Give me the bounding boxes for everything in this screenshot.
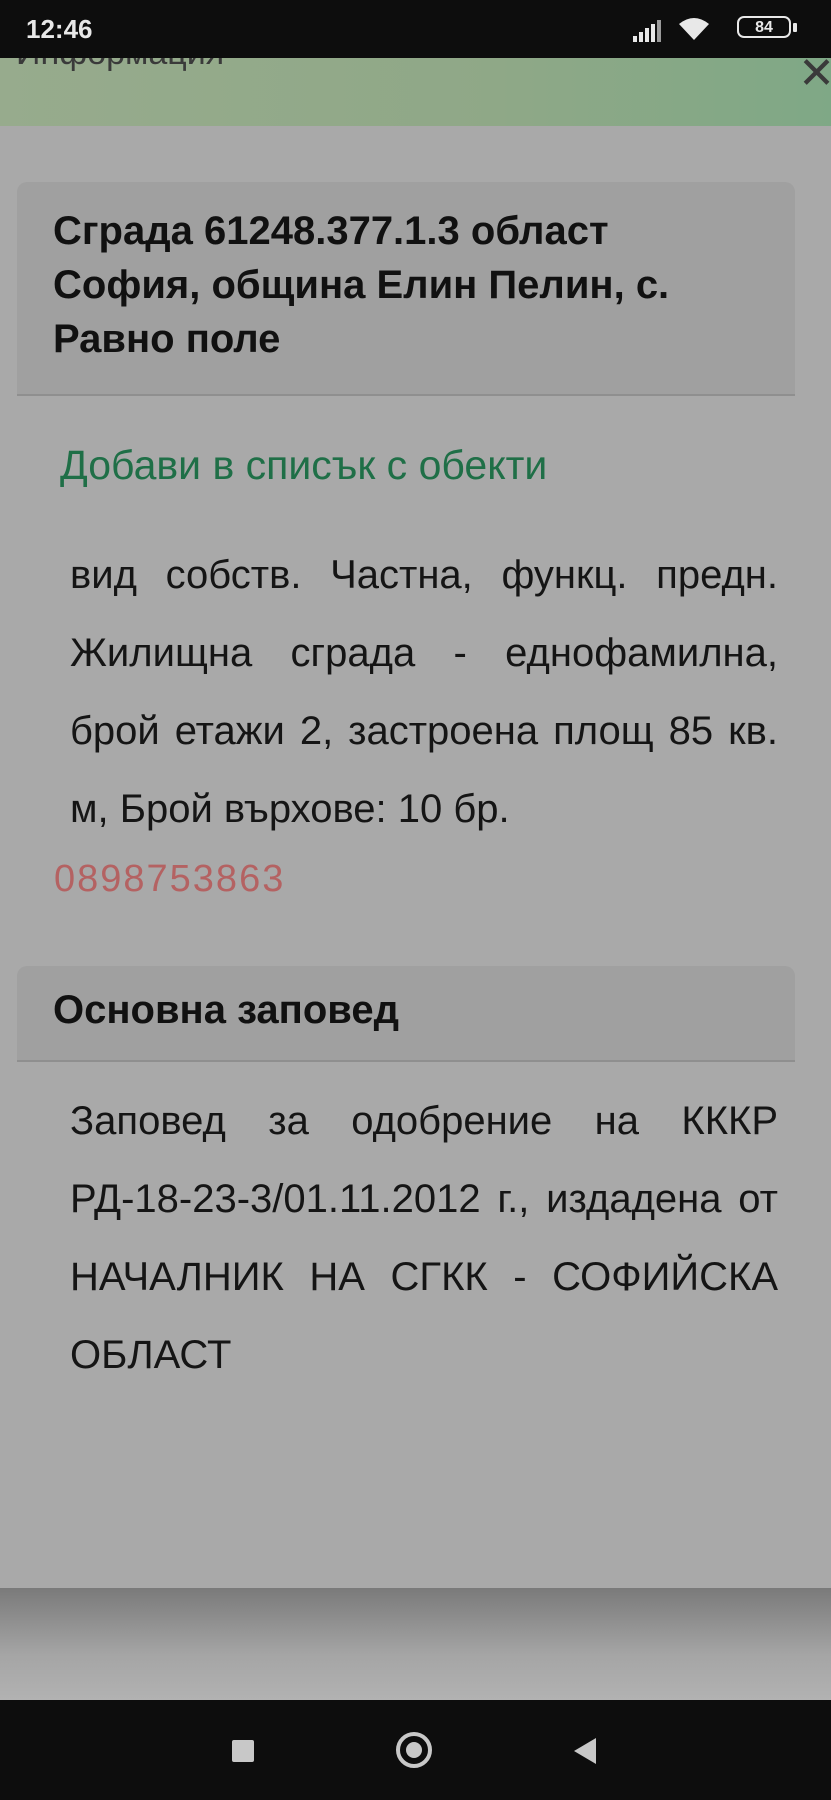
close-icon[interactable]: ✕ [798,58,831,99]
battery-icon: 84 [737,16,803,42]
building-title: Сграда 61248.377.1.3 област София, общин… [53,209,670,361]
order-heading: Основна заповед [53,988,399,1032]
bottom-shade [0,1588,831,1700]
order-heading-card: Основна заповед [17,966,795,1062]
dialog-title: Информация [16,58,224,73]
navigation-bar [0,1700,831,1800]
battery-tip [793,23,797,32]
nav-recents-icon[interactable] [232,1740,254,1762]
status-icons: 84 [603,14,803,46]
status-time: 12:46 [26,14,93,44]
nav-home-icon[interactable] [396,1732,432,1768]
dialog-header: Информация ✕ [0,58,831,126]
building-title-card: Сграда 61248.377.1.3 област София, общин… [17,182,795,396]
wifi-icon [679,18,709,40]
add-to-list-link[interactable]: Добави в списък с обекти [60,442,547,489]
battery-level: 84 [737,16,791,38]
order-description: Заповед за одобрение на КККР РД-18-23-3/… [70,1099,778,1377]
nav-back-icon[interactable] [574,1738,596,1764]
signal-icon [633,20,661,42]
phone-watermark: 0898753863 [54,858,286,900]
status-bar: 12:46 84 [0,0,831,58]
nav-home-dot [406,1742,422,1758]
building-description: вид собств. Частна, функц. предн. Жилищн… [70,553,778,831]
